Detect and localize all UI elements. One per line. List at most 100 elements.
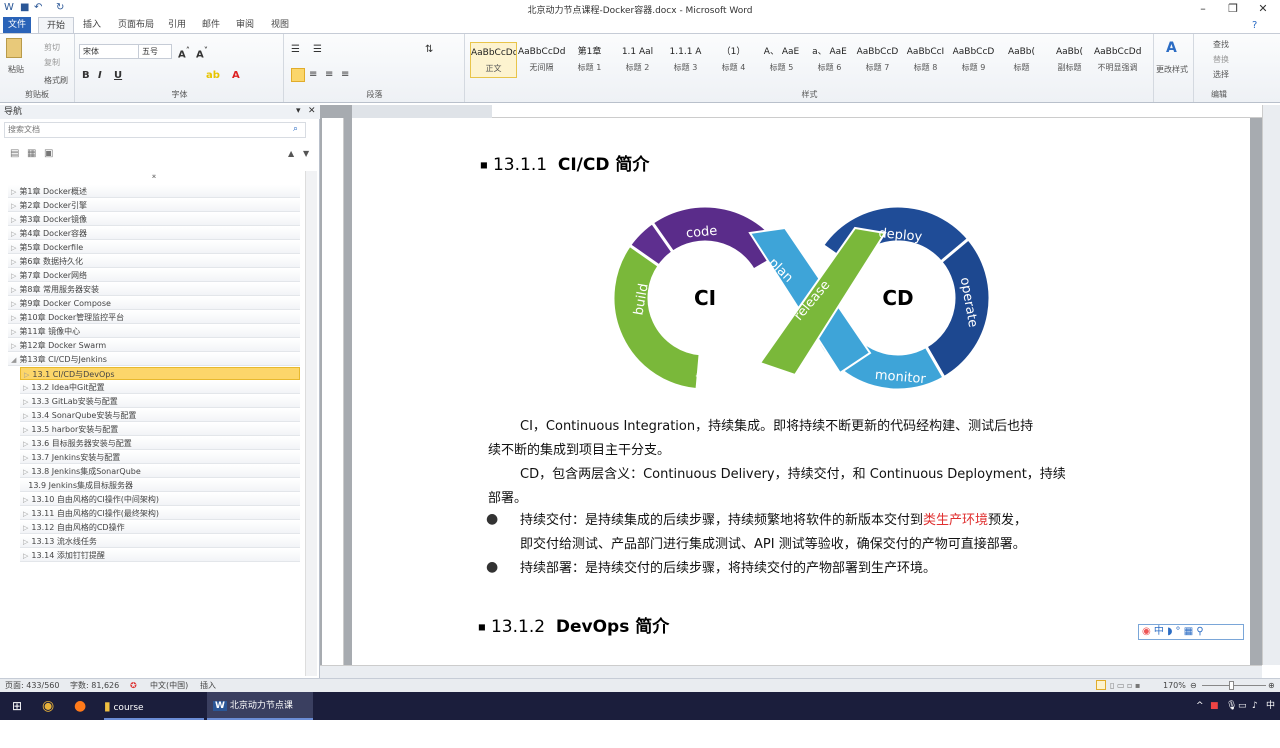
- format-painter-button[interactable]: 格式刷: [44, 75, 68, 86]
- taskbar-word[interactable]: W 北京动力节点课程-...: [207, 692, 313, 739]
- nav-chapter[interactable]: ▷ 第7章 Docker网络: [8, 269, 300, 282]
- nav-section[interactable]: ▷ 13.12 自由风格的CD操作: [20, 521, 300, 534]
- vertical-ruler[interactable]: [322, 118, 344, 668]
- browse-results-icon[interactable]: ▣: [44, 148, 53, 159]
- align-right-icon[interactable]: ≡: [325, 69, 333, 80]
- style-5[interactable]: （1） 标题 4: [710, 42, 757, 78]
- zoom-out-icon[interactable]: ⊖: [1190, 679, 1197, 692]
- tray-ime[interactable]: 中: [1266, 692, 1275, 720]
- windows-start-icon[interactable]: ⊞: [12, 692, 22, 720]
- style-0[interactable]: AaBbCcDd 正文: [470, 42, 517, 78]
- nav-chapter[interactable]: ▷ 第1章 Docker概述: [8, 185, 300, 198]
- insert-mode[interactable]: 插入: [200, 679, 216, 692]
- nav-section[interactable]: ▷ 13.5 harbor安装与配置: [20, 423, 300, 436]
- nav-section[interactable]: ▷ 13.6 目标服务器安装与配置: [20, 437, 300, 450]
- italic-icon[interactable]: I: [98, 70, 102, 81]
- taskbar-folder-course[interactable]: ▮ course: [104, 692, 204, 720]
- bullets-icon[interactable]: ☰: [291, 44, 300, 55]
- tab-page-layout[interactable]: 页面布局: [110, 17, 162, 34]
- page-count[interactable]: 页面: 433/560: [5, 679, 59, 692]
- bold-icon[interactable]: B: [82, 70, 90, 81]
- change-styles-icon[interactable]: A: [1166, 40, 1177, 56]
- zoom-in-icon[interactable]: ⊕: [1268, 679, 1275, 692]
- copy-button[interactable]: 复制: [44, 57, 60, 68]
- nav-section[interactable]: 13.9 Jenkins集成目标服务器: [20, 479, 300, 492]
- view-mode-icons[interactable]: ▯ ▭ ▫ ▪: [1110, 679, 1140, 692]
- volume-icon[interactable]: ♪: [1252, 692, 1258, 720]
- style-12[interactable]: AaBb(副标题: [1046, 42, 1093, 78]
- minimize-button[interactable]: –: [1188, 2, 1218, 15]
- justify-icon[interactable]: ≡: [341, 69, 349, 80]
- nav-scrollbar[interactable]: [305, 171, 317, 676]
- nav-chapter[interactable]: ▷ 第4章 Docker容器: [8, 227, 300, 240]
- microphone-icon[interactable]: 🎙: [1226, 692, 1237, 720]
- cut-button[interactable]: 剪切: [44, 42, 60, 53]
- style-8[interactable]: AaBbCcD 标题 7: [854, 42, 901, 78]
- nav-section[interactable]: ▷ 13.3 GitLab安装与配置: [20, 395, 300, 408]
- proofing-icon[interactable]: ✪: [130, 679, 137, 692]
- font-color-icon[interactable]: A: [232, 70, 240, 81]
- browse-pages-icon[interactable]: ▦: [27, 148, 36, 159]
- find-button[interactable]: 查找: [1213, 39, 1229, 50]
- style-6[interactable]: A、 AaE 标题 5: [758, 42, 805, 78]
- nav-close-icon[interactable]: ✕: [308, 106, 316, 116]
- horizontal-ruler[interactable]: [352, 105, 1262, 118]
- style-7[interactable]: a、 AaE 标题 6: [806, 42, 853, 78]
- select-button[interactable]: 选择: [1213, 69, 1229, 80]
- nav-section[interactable]: ▷ 13.2 Idea中Git配置: [20, 381, 300, 394]
- ime-mode[interactable]: 中: [1154, 626, 1164, 637]
- nav-section[interactable]: ▷ 13.4 SonarQube安装与配置: [20, 409, 300, 422]
- print-layout-icon[interactable]: [1096, 680, 1106, 690]
- nav-chapter[interactable]: ◢ 第13章 CI/CD与Jenkins: [8, 353, 300, 366]
- horizontal-scrollbar[interactable]: [320, 665, 1262, 678]
- align-left-icon[interactable]: [291, 68, 305, 82]
- ime-toolbar[interactable]: ◉ 中 ◗ ° ▦ ⚲: [1138, 624, 1244, 640]
- tab-review[interactable]: 审阅: [228, 17, 262, 34]
- style-13[interactable]: AaBbCcDd 不明显强调: [1094, 42, 1141, 78]
- document-page[interactable]: ■ 13.1.1 CI/CD 简介 code build test plan relea…: [352, 118, 1250, 668]
- nav-chapter[interactable]: ▷ 第9章 Docker Compose: [8, 297, 300, 310]
- highlight-icon[interactable]: ab: [206, 70, 220, 81]
- nav-section[interactable]: ▷ 13.1 CI/CD与DevOps: [20, 367, 300, 380]
- tray-expand-icon[interactable]: ^: [1196, 692, 1204, 720]
- nav-section[interactable]: ▷ 13.8 Jenkins集成SonarQube: [20, 465, 300, 478]
- network-icon[interactable]: ▭: [1238, 692, 1247, 720]
- nav-chapter[interactable]: ▷ 第2章 Docker引擎: [8, 199, 300, 212]
- underline-icon[interactable]: U: [114, 70, 122, 81]
- grow-font-icon[interactable]: A˄: [178, 45, 190, 60]
- word-count[interactable]: 字数: 81,626: [70, 679, 119, 692]
- nav-section[interactable]: ▷ 13.13 流水线任务: [20, 535, 300, 548]
- tab-insert[interactable]: 插入: [75, 17, 109, 34]
- replace-button[interactable]: 替换: [1213, 54, 1229, 65]
- style-3[interactable]: 1.1 Aal 标题 2: [614, 42, 661, 78]
- next-heading-icon[interactable]: ▼: [303, 149, 309, 158]
- nav-chapter[interactable]: ▷ 第11章 镜像中心: [8, 325, 300, 338]
- nav-chapter[interactable]: ▷ 第3章 Docker镜像: [8, 213, 300, 226]
- browse-headings-icon[interactable]: ▤: [10, 148, 19, 159]
- close-button[interactable]: ✕: [1248, 2, 1278, 15]
- style-2[interactable]: 第1章 标题 1: [566, 42, 613, 78]
- nav-section[interactable]: ▷ 13.11 自由风格的CI操作(最终架构): [20, 507, 300, 520]
- paste-button[interactable]: 粘贴: [8, 64, 24, 75]
- help-icon[interactable]: ?: [1252, 20, 1257, 31]
- tab-references[interactable]: 引用: [160, 17, 194, 34]
- nav-chapter[interactable]: ▷ 第12章 Docker Swarm: [8, 339, 300, 352]
- nav-section[interactable]: ▷ 13.10 自由风格的CI操作(中间架构): [20, 493, 300, 506]
- style-4[interactable]: 1.1.1 A 标题 3: [662, 42, 709, 78]
- previous-heading-icon[interactable]: ▲: [288, 149, 294, 158]
- font-size-select[interactable]: 五号: [138, 44, 172, 59]
- style-1[interactable]: AaBbCcDd 无间隔: [518, 42, 565, 78]
- tab-file[interactable]: 文件: [3, 17, 31, 34]
- firefox-icon[interactable]: ●: [74, 692, 86, 720]
- collapse-all-icon[interactable]: ⌅: [8, 171, 300, 184]
- zoom-slider-thumb[interactable]: [1229, 681, 1235, 690]
- style-9[interactable]: AaBbCcI 标题 8: [902, 42, 949, 78]
- tab-home[interactable]: 开始: [38, 17, 75, 34]
- align-center-icon[interactable]: ≡: [309, 69, 317, 80]
- font-name-select[interactable]: 宋体: [79, 44, 139, 59]
- language[interactable]: 中文(中国): [150, 679, 188, 692]
- style-11[interactable]: AaBb(标题: [998, 42, 1045, 78]
- sort-icon[interactable]: ⇅: [425, 44, 433, 55]
- nav-chapter[interactable]: ▷ 第8章 常用服务器安装: [8, 283, 300, 296]
- nav-chapter[interactable]: ▷ 第5章 Dockerfile: [8, 241, 300, 254]
